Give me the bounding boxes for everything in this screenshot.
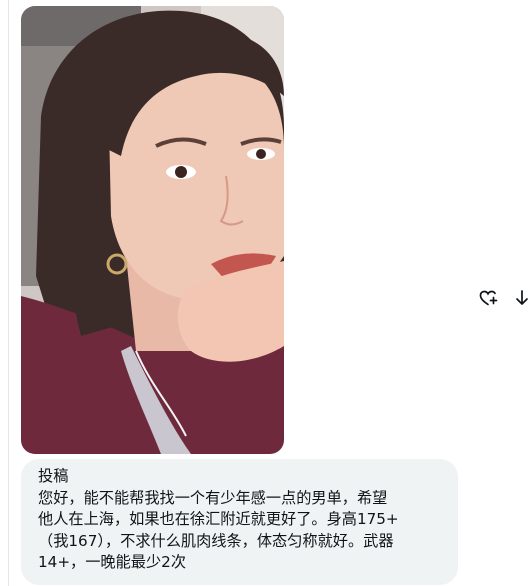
message-line: 您好，能不能帮我找一个有少年感一点的男单，希望 [38, 488, 388, 507]
message-line: （我167），不求什么肌肉线条，体态匀称就好。武器 [38, 531, 394, 550]
message-actions [476, 286, 528, 310]
message-line: 他人在上海，如果也在徐汇附近就更好了。身高175+ [38, 510, 399, 528]
portrait-photo [21, 6, 284, 454]
dm-conversation: 投稿 您好，能不能帮我找一个有少年感一点的男单，希望 他人在上海，如果也在徐汇附… [0, 0, 528, 586]
divider [8, 0, 9, 586]
message-line: 投稿 [38, 467, 69, 485]
message-image[interactable] [21, 6, 284, 454]
heart-plus-icon[interactable] [476, 286, 500, 310]
arrow-down-icon[interactable] [510, 286, 528, 310]
message-line: 14+，一晚能最少2次 [38, 553, 187, 571]
message-bubble: 投稿 您好，能不能帮我找一个有少年感一点的男单，希望 他人在上海，如果也在徐汇附… [21, 459, 458, 585]
